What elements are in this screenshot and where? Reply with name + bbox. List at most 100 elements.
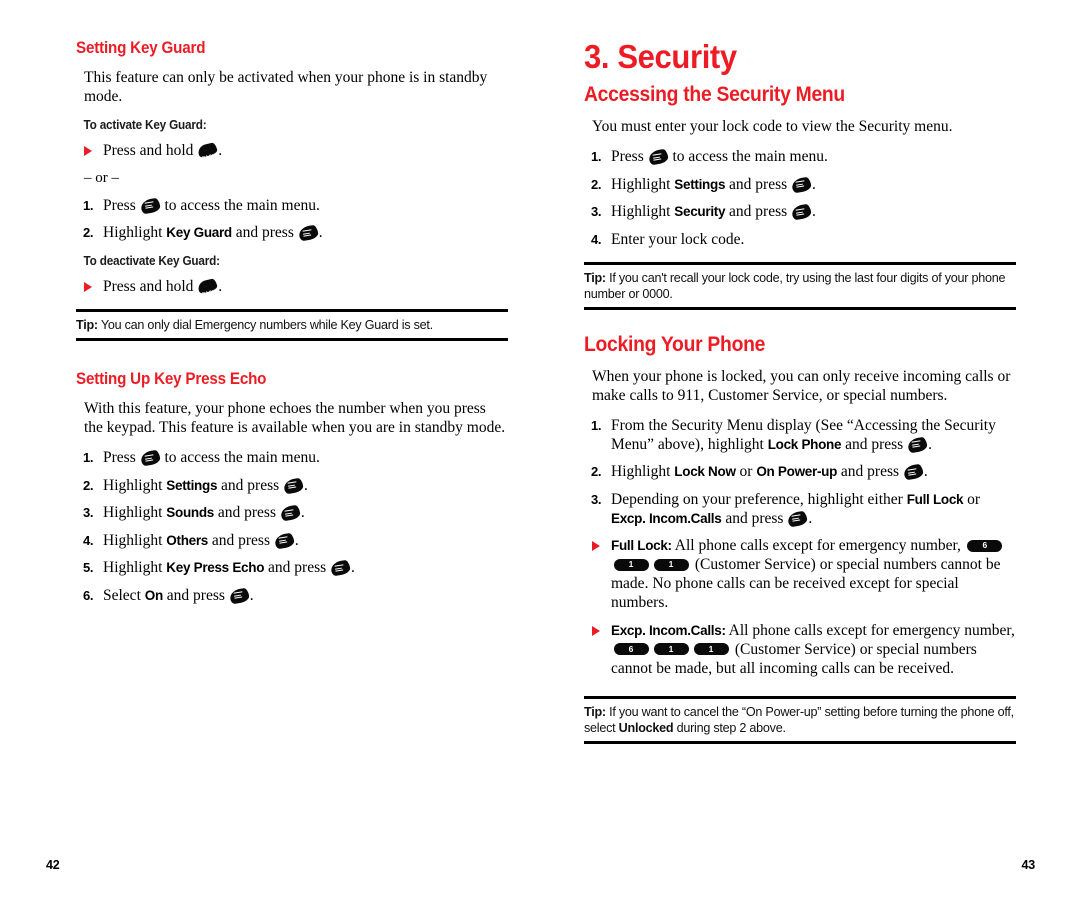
bullet-term: Full Lock:: [611, 538, 672, 553]
tip-box-power-up: Tip: If you want to cancel the “On Power…: [584, 695, 1016, 744]
step-lock-2: 2. Highlight Lock Now or On Power-up and…: [584, 462, 1016, 481]
menu-key-icon: [330, 559, 352, 577]
step-text-pre: Highlight: [103, 504, 163, 521]
bullet-text-prefix: Press and hold: [103, 142, 194, 159]
step-bold-term-2: On Power-up: [756, 464, 838, 479]
tip-bold-term: Unlocked: [618, 720, 674, 735]
step-bold-term-1: Lock Now: [674, 464, 736, 479]
page-right: 3. Security Accessing the Security Menu …: [540, 0, 1080, 900]
back-key-icon: BACK: [197, 142, 219, 160]
tip-text: If you can't recall your lock code, try …: [584, 270, 1006, 301]
step-bold-term: Settings: [674, 176, 726, 192]
step-text-pre: Highlight: [611, 463, 671, 480]
step-text-post: and press: [725, 509, 784, 527]
step-text-mid: and press: [217, 504, 276, 521]
step-number: 1.: [83, 197, 94, 213]
step-text-end: .: [928, 435, 932, 453]
step-text-mid: and press: [166, 586, 225, 604]
step-bold-term: Security: [674, 204, 726, 219]
step-number: 4.: [591, 231, 602, 247]
step-number: 2.: [83, 477, 94, 493]
step-number: 3.: [83, 505, 94, 520]
step-bold-term: Key Guard: [166, 225, 232, 240]
arrow-bullet-icon: [84, 282, 92, 292]
step-text-pre: Depending on your preference, highlight …: [611, 490, 903, 508]
step-text-pre: Highlight: [103, 531, 163, 549]
step-text-post: .: [304, 476, 308, 494]
step-number: 1.: [591, 417, 602, 433]
bullet-text-suffix: .: [218, 142, 223, 159]
step-text-or: or: [739, 463, 753, 480]
step-text-pre: Highlight: [103, 559, 163, 576]
step-number: 2.: [591, 464, 602, 479]
step-number: 3.: [591, 204, 602, 219]
step-text-pre: Highlight: [611, 175, 671, 193]
bullet-text-a: All phone calls except for emergency num…: [725, 621, 1015, 639]
heading-accessing-the-security-menu: Accessing the Security Menu: [584, 83, 845, 106]
step-number: 6.: [83, 587, 94, 603]
key-pill-1-first: 1: [653, 643, 689, 655]
step-number: 1.: [83, 450, 94, 465]
tip-label: Tip:: [584, 704, 606, 719]
or-separator: – or –: [84, 169, 119, 186]
step-echo-5: 5. Highlight Key Press Echo and press .: [76, 558, 508, 577]
step-echo-6: 6. Select On and press .: [76, 586, 508, 605]
menu-key-icon: [791, 176, 813, 193]
arrow-bullet-icon: [84, 146, 92, 156]
heading-setting-key-guard: Setting Key Guard: [76, 39, 206, 57]
step-text-or: or: [967, 490, 981, 508]
tip-box-lock-code: Tip: If you can't recall your lock code,…: [584, 261, 1016, 310]
tip-label: Tip:: [76, 318, 98, 332]
step-bold-term: Key Press Echo: [166, 560, 265, 575]
bullet-term: Excp. Incom.Calls:: [611, 622, 726, 638]
bullet-text-a: All phone calls except for emergency num…: [671, 537, 961, 554]
key-pill-6: 6: [613, 643, 649, 655]
paragraph-locking-intro: When your phone is locked, you can only …: [592, 367, 1011, 404]
step-text-post: .: [351, 559, 355, 576]
page-number-right: 43: [1021, 858, 1035, 872]
arrow-bullet-icon: [592, 541, 600, 551]
menu-key-icon: [228, 587, 250, 604]
menu-key-icon: [283, 477, 305, 494]
step-text-post: .: [249, 586, 254, 604]
step-access-1: 1. Press to access the main menu.: [584, 147, 1016, 166]
step-text-mid: and press: [268, 559, 327, 576]
step-text-post: .: [300, 504, 305, 521]
chapter-title: 3. Security: [584, 38, 737, 75]
step-activate-1: 1. Press to access the main menu.: [76, 196, 508, 215]
key-pill-1-first: 1: [613, 558, 649, 571]
step-text-mid: and press: [211, 531, 271, 549]
bullet-press-and-hold-activate: Press and hold BACK.: [76, 141, 508, 160]
step-bold-term: Others: [166, 532, 209, 548]
step-text-post: .: [294, 531, 299, 549]
menu-key-icon: [787, 510, 809, 527]
step-text-mid: and press: [729, 175, 788, 193]
tip-box-key-guard: Tip: You can only dial Emergency numbers…: [76, 309, 508, 341]
heading-setting-up-key-press-echo: Setting Up Key Press Echo: [76, 370, 267, 388]
label-to-deactivate-key-guard: To deactivate Key Guard:: [83, 254, 221, 268]
step-text-pre: Highlight: [103, 476, 163, 494]
step-access-4: 4. Enter your lock code.: [584, 230, 1016, 249]
page-left: Setting Key Guard This feature can only …: [0, 0, 540, 900]
step-text-b: and press: [845, 435, 904, 453]
step-text-post: .: [812, 203, 816, 220]
step-bold-term-2: Excp. Incom.Calls: [611, 510, 722, 526]
step-text-mid: to access the main menu.: [164, 196, 320, 214]
paragraph-security-menu-intro: You must enter your lock code to view th…: [592, 118, 953, 135]
step-bold-term: Settings: [166, 477, 218, 493]
right-column-content: 3. Security Accessing the Security Menu …: [584, 38, 1016, 744]
step-lock-3: 3. Depending on your preference, highlig…: [584, 490, 1016, 528]
page-number-left: 42: [46, 858, 60, 872]
bullet-text-prefix: Press and hold: [103, 278, 194, 295]
step-lock-1: 1. From the Security Menu display (See “…: [584, 416, 1016, 454]
label-to-activate-key-guard: To activate Key Guard:: [83, 118, 207, 132]
menu-key-icon: [791, 203, 813, 221]
step-text-post: .: [812, 175, 816, 193]
heading-locking-your-phone: Locking Your Phone: [584, 332, 766, 356]
step-text-mid: to access the main menu.: [164, 449, 320, 466]
step-access-2: 2. Highlight Settings and press .: [584, 175, 1016, 194]
step-number: 1.: [591, 149, 602, 164]
step-text-mid: and press: [729, 203, 788, 220]
back-key-icon: BACK: [197, 278, 219, 296]
key-pill-1-second: 1: [653, 558, 689, 571]
